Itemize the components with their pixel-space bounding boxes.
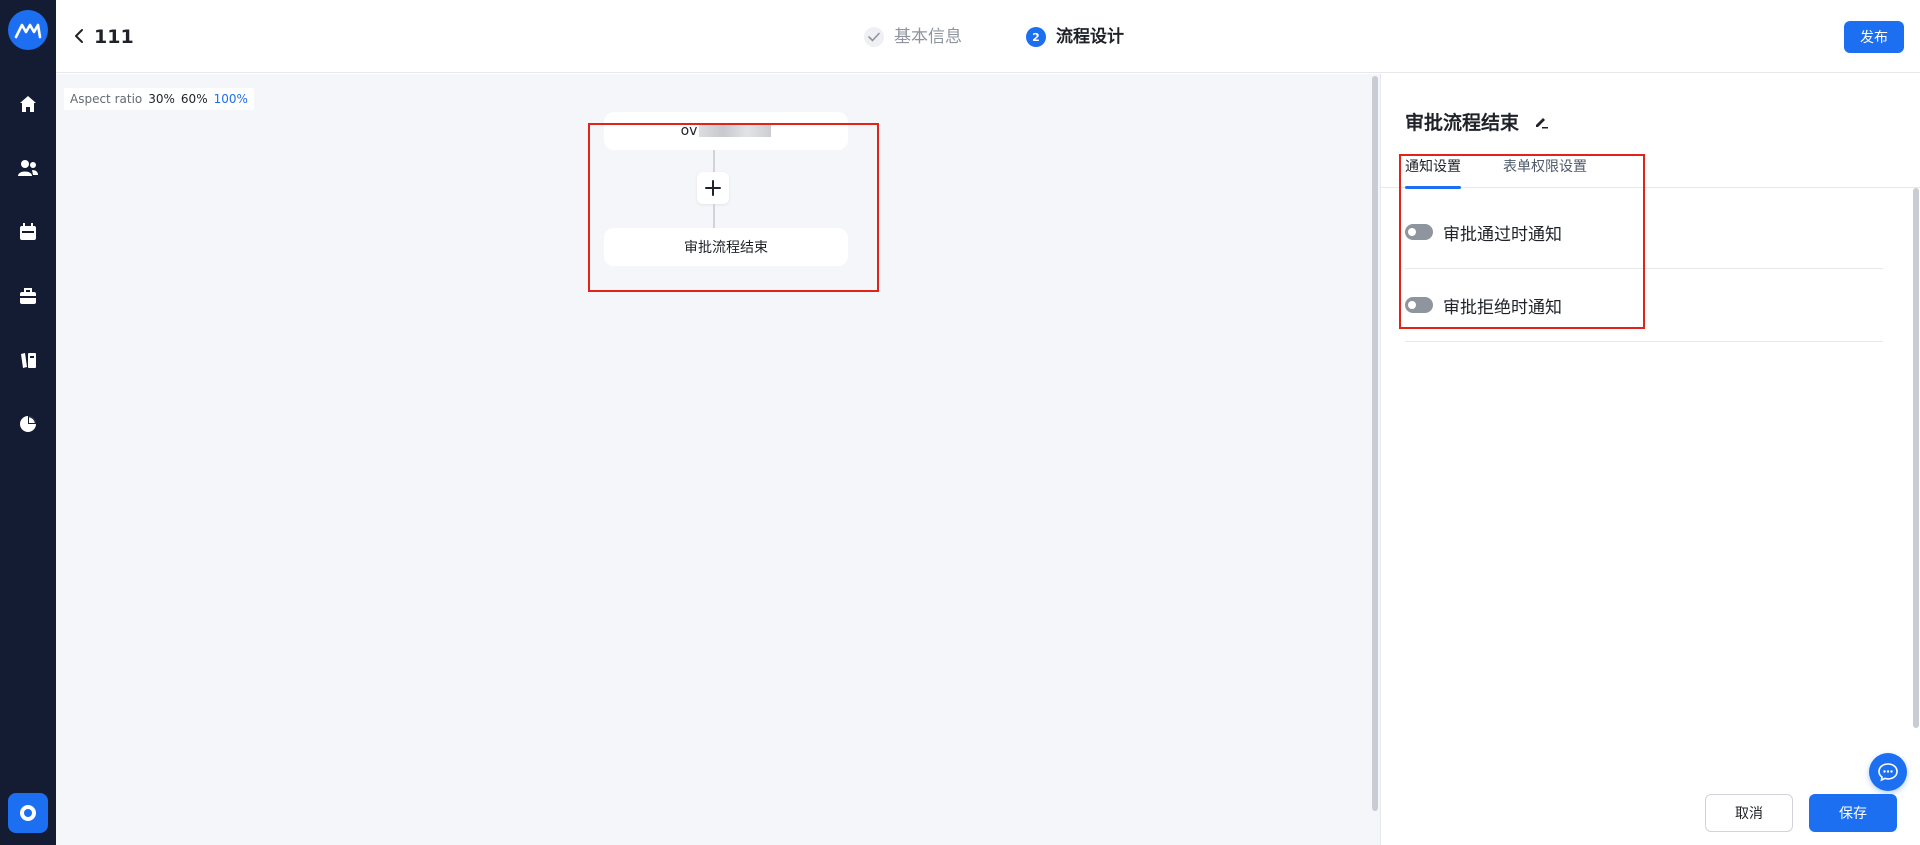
setting-row-reject-notify: 审批拒绝时通知 <box>1405 269 1883 342</box>
flow-connector <box>713 150 715 172</box>
cancel-button[interactable]: 取消 <box>1705 794 1793 832</box>
save-button[interactable]: 保存 <box>1809 794 1897 832</box>
redacted-text <box>699 125 772 137</box>
step-basic-info[interactable]: 基本信息 <box>864 24 962 50</box>
setting-label: 审批拒绝时通知 <box>1443 297 1562 318</box>
sidebar <box>0 0 56 845</box>
node-settings-panel: 审批流程结束 通知设置 表单权限设置 审批通过时通知 审批拒绝时通知 取消 保存 <box>1380 74 1920 845</box>
flow-end-node[interactable]: 审批流程结束 <box>604 228 848 266</box>
home-icon <box>20 96 36 112</box>
books-icon <box>21 353 36 368</box>
chat-support-button[interactable] <box>1869 753 1907 791</box>
reject-notify-toggle[interactable] <box>1405 297 1433 313</box>
app-logo[interactable] <box>8 10 48 50</box>
add-node-button[interactable] <box>697 172 729 204</box>
scrollbar-thumb[interactable] <box>1372 76 1378 811</box>
logo-icon <box>14 23 42 39</box>
sidebar-item-calendar[interactable] <box>16 220 40 244</box>
publish-button[interactable]: 发布 <box>1844 21 1904 53</box>
settings-icon <box>20 805 36 821</box>
back-button[interactable] <box>70 24 88 48</box>
settings-tabs: 通知设置 表单权限设置 <box>1381 154 1920 189</box>
ratio-option-100[interactable]: 100% <box>214 92 248 106</box>
panel-title-text: 审批流程结束 <box>1405 112 1520 134</box>
step-number: 2 <box>1026 27 1046 47</box>
ratio-option-60[interactable]: 60% <box>181 92 208 106</box>
panel-splitter[interactable] <box>1370 74 1380 845</box>
flow-start-node[interactable]: ov <box>604 112 848 150</box>
sidebar-item-briefcase[interactable] <box>16 284 40 308</box>
step-label: 流程设计 <box>1056 27 1124 47</box>
sidebar-item-reports[interactable] <box>16 412 40 436</box>
panel-scrollbar[interactable] <box>1913 188 1919 728</box>
panel-title: 审批流程结束 <box>1405 108 1549 135</box>
plus-icon <box>705 180 721 196</box>
sidebar-item-home[interactable] <box>16 92 40 116</box>
top-header: 111 基本信息 2 流程设计 发布 <box>56 0 1920 73</box>
sidebar-item-books[interactable] <box>16 348 40 372</box>
start-node-text: ov <box>680 123 698 139</box>
setting-label: 审批通过时通知 <box>1443 224 1562 245</box>
ratio-option-30[interactable]: 30% <box>148 92 175 106</box>
edit-icon[interactable] <box>1533 114 1549 130</box>
tab-form-permissions[interactable]: 表单权限设置 <box>1503 154 1587 188</box>
step-process-design[interactable]: 2 流程设计 <box>1026 24 1124 50</box>
flow-canvas[interactable]: Aspect ratio 30% 60% 100% ov 审批流程结束 <box>56 74 1370 845</box>
chat-icon <box>1878 763 1898 782</box>
settings-button[interactable] <box>8 793 48 833</box>
approve-notify-toggle[interactable] <box>1405 224 1433 240</box>
pie-chart-icon <box>20 416 36 432</box>
flow-connector <box>713 204 715 228</box>
check-icon <box>864 27 884 47</box>
tab-notification-settings[interactable]: 通知设置 <box>1405 154 1461 189</box>
aspect-ratio-label: Aspect ratio <box>70 92 143 106</box>
chevron-left-icon <box>75 29 83 43</box>
page-title: 111 <box>94 26 134 48</box>
step-label: 基本信息 <box>894 27 962 47</box>
calendar-icon <box>20 223 36 240</box>
users-icon <box>18 160 38 176</box>
aspect-ratio-bar: Aspect ratio 30% 60% 100% <box>64 88 254 110</box>
sidebar-item-users[interactable] <box>16 156 40 180</box>
briefcase-icon <box>20 288 36 304</box>
setting-row-approve-notify: 审批通过时通知 <box>1405 196 1883 269</box>
